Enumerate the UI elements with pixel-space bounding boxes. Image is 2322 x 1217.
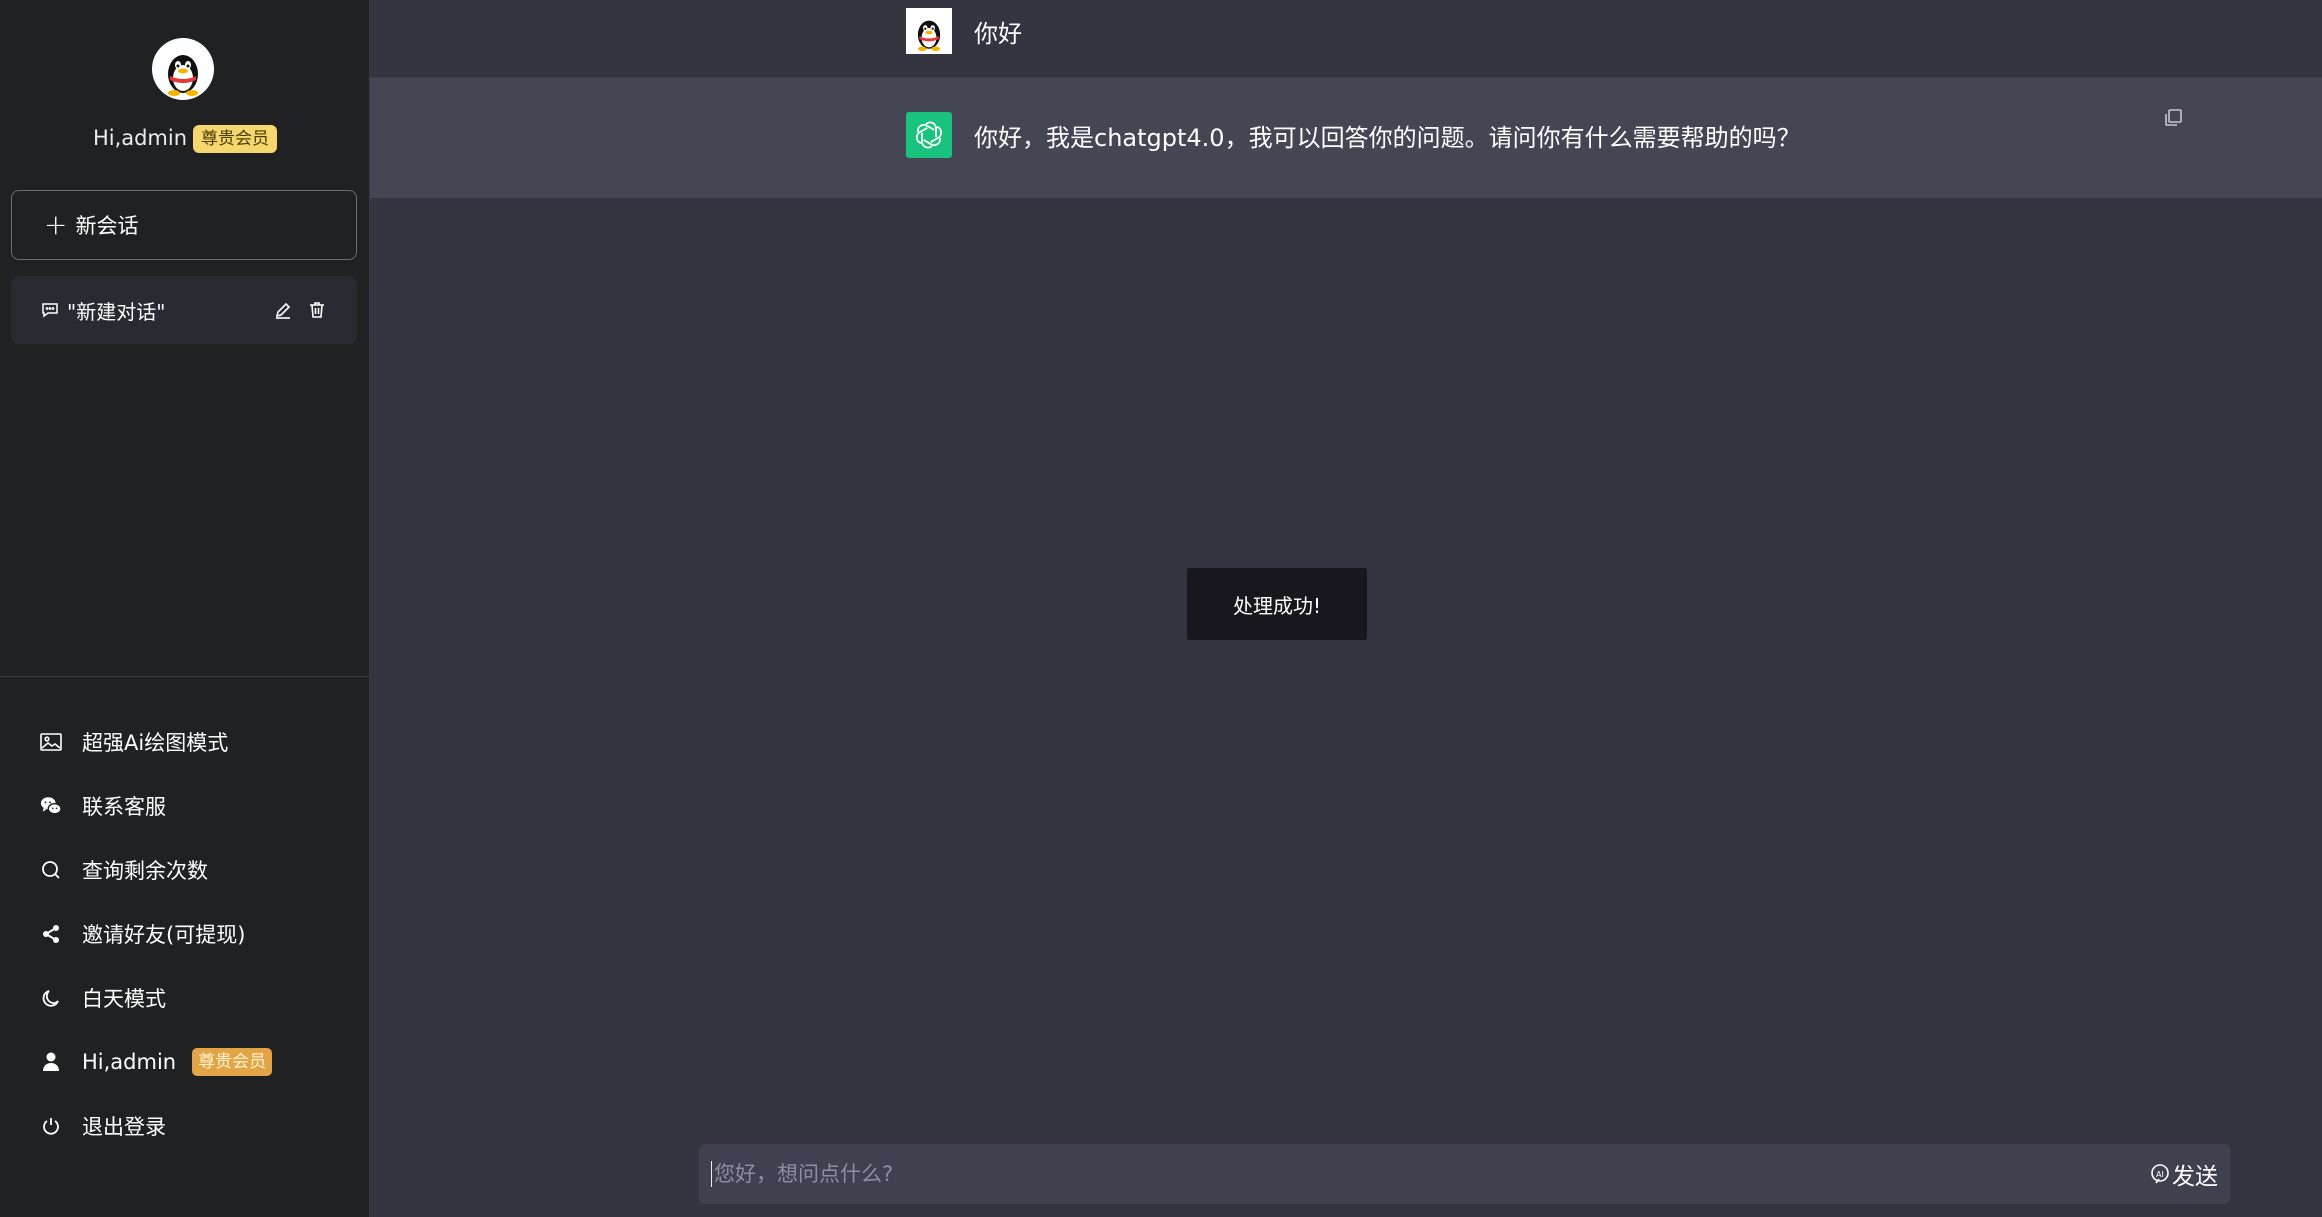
send-button[interactable]: AI 发送 — [2150, 1157, 2218, 1191]
search-icon — [40, 859, 62, 881]
user-message: 你好 — [974, 20, 1022, 48]
delete-icon[interactable] — [307, 300, 327, 320]
menu-item-query-count[interactable]: 查询剩余次数 — [0, 838, 370, 902]
menu-item-day-mode[interactable]: 白天模式 — [0, 966, 370, 1030]
power-icon — [40, 1115, 62, 1137]
user-icon — [40, 1051, 62, 1073]
vip-badge: 尊贵会员 — [192, 1048, 273, 1076]
chat-bubble-icon — [41, 301, 59, 319]
chat-input-bar: AI 发送 — [699, 1144, 2230, 1204]
menu-item-profile[interactable]: Hi,admin 尊贵会员 — [0, 1030, 370, 1094]
menu-item-ai-drawing[interactable]: 超强Ai绘图模式 — [0, 710, 370, 774]
new-chat-label: 新会话 — [75, 214, 139, 238]
user-greeting: Hi,admin 尊贵会员 — [0, 122, 370, 154]
menu-item-invite-friends[interactable]: 邀请好友(可提现) — [0, 902, 370, 966]
svg-text:AI: AI — [2156, 1170, 2164, 1179]
menu-label: Hi,admin — [82, 1050, 177, 1074]
ai-send-icon: AI — [2150, 1163, 2170, 1185]
send-label: 发送 — [2172, 1164, 2218, 1190]
share-icon — [40, 923, 62, 945]
image-icon — [40, 731, 62, 753]
menu-label: 超强Ai绘图模式 — [82, 731, 229, 755]
conversation-title: "新建对话" — [67, 299, 166, 324]
menu-label: 查询剩余次数 — [82, 859, 208, 883]
menu-label: 联系客服 — [82, 795, 166, 819]
copy-icon[interactable] — [2163, 108, 2183, 132]
menu-label: 退出登录 — [82, 1115, 166, 1139]
openai-logo-icon — [906, 112, 952, 158]
menu-label: 白天模式 — [82, 987, 166, 1011]
user-message-row: 你好 — [370, 0, 2322, 77]
chat-input[interactable] — [711, 1161, 2150, 1187]
edit-icon[interactable] — [273, 300, 293, 320]
menu-label: 邀请好友(可提现) — [82, 923, 246, 947]
user-avatar — [906, 8, 952, 54]
menu-item-logout[interactable]: 退出登录 — [0, 1094, 370, 1158]
bot-message-row: 你好，我是chatgpt4.0，我可以回答你的问题。请问你有什么需要帮助的吗？ — [370, 77, 2322, 198]
new-chat-button[interactable]: + 新会话 — [11, 190, 357, 260]
greeting-text: Hi,admin — [92, 126, 188, 150]
sidebar-divider — [0, 676, 370, 677]
vip-badge: 尊贵会员 — [193, 125, 278, 153]
menu-item-contact-support[interactable]: 联系客服 — [0, 774, 370, 838]
sidebar: Hi,admin尊贵会员 + 新会话 "新建对话" 超强Ai绘图模式 联系客服 — [0, 0, 370, 1217]
qq-avatar-icon — [152, 38, 214, 100]
toast-message: 处理成功! — [1187, 568, 1367, 640]
moon-icon — [40, 987, 62, 1009]
bot-message: 你好，我是chatgpt4.0，我可以回答你的问题。请问你有什么需要帮助的吗？ — [974, 124, 1801, 152]
plus-icon: + — [44, 208, 68, 241]
wechat-icon — [40, 795, 62, 817]
sidebar-menu: 超强Ai绘图模式 联系客服 查询剩余次数 邀请好友(可提现) 白天模式 Hi,a… — [0, 710, 370, 1158]
conversation-item[interactable]: "新建对话" — [11, 276, 357, 344]
